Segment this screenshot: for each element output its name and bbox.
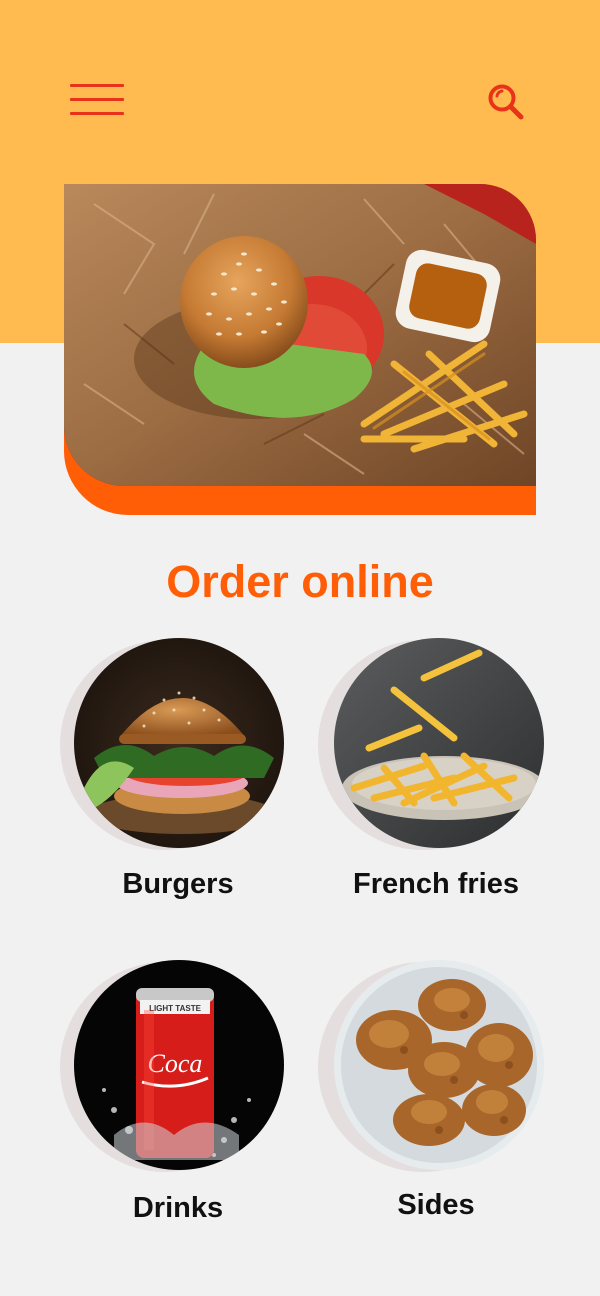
svg-text:LIGHT TASTE: LIGHT TASTE <box>149 1004 202 1013</box>
category-card-sides[interactable]: Sides <box>318 960 554 1230</box>
soda-can-photo: LIGHT TASTE Coca <box>74 960 284 1170</box>
category-card-drinks[interactable]: LIGHT TASTE Coca Drinks <box>60 960 296 1230</box>
burger-photo <box>74 638 284 848</box>
fried-chicken-photo <box>334 960 544 1170</box>
category-label: Sides <box>397 1189 475 1221</box>
search-icon[interactable] <box>486 82 526 122</box>
category-label: Drinks <box>132 1192 224 1224</box>
category-card-burgers[interactable]: Burgers <box>60 638 296 900</box>
french-fries-photo <box>334 638 544 848</box>
hamburger-menu-icon[interactable] <box>70 84 124 118</box>
page-title: Order online <box>166 556 434 607</box>
svg-text:Coca: Coca <box>148 1049 203 1078</box>
category-card-french-fries[interactable]: French fries <box>318 638 554 900</box>
category-label: French fries <box>353 868 519 900</box>
hero-banner <box>64 184 536 515</box>
burger-and-fries-photo <box>64 184 536 486</box>
category-label: Burgers <box>122 868 234 900</box>
